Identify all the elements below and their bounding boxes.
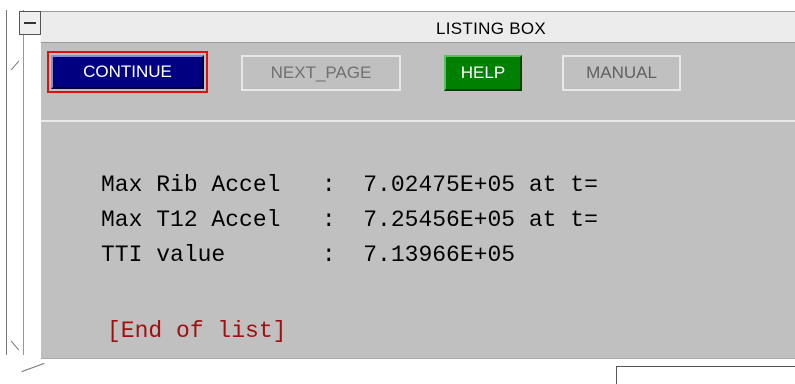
manual-button[interactable]: MANUAL (562, 55, 681, 91)
next-page-button[interactable]: NEXT_PAGE (241, 55, 401, 91)
listing-line: Max T12 Accel : 7.25456E+05 at t= (101, 207, 598, 233)
listing-line: Max Rib Accel : 7.02475E+05 at t= (101, 172, 598, 198)
continue-button-label: CONTINUE (51, 55, 204, 89)
minus-icon (24, 22, 36, 24)
left-frame-border (6, 10, 24, 355)
title-bar: LISTING BOX (41, 11, 795, 43)
bottom-frame-segment (616, 366, 795, 384)
bottom-strip (21, 358, 795, 384)
window-title: LISTING BOX (436, 19, 547, 38)
end-of-list: [End of list] (107, 318, 287, 344)
frame-tick (10, 340, 20, 351)
frame-tick (10, 60, 20, 71)
listing-line: TTI value : 7.13966E+05 (101, 242, 516, 268)
resize-corner (21, 362, 45, 373)
collapse-button[interactable] (19, 11, 41, 35)
button-row: CONTINUE NEXT_PAGE HELP MANUAL (41, 43, 795, 122)
listing-content: Max Rib Accel : 7.02475E+05 at t= Max T1… (41, 122, 795, 358)
listing-panel: CONTINUE NEXT_PAGE HELP MANUAL Max Rib A… (41, 43, 795, 358)
help-button[interactable]: HELP (444, 55, 522, 91)
continue-button[interactable]: CONTINUE (47, 51, 208, 93)
